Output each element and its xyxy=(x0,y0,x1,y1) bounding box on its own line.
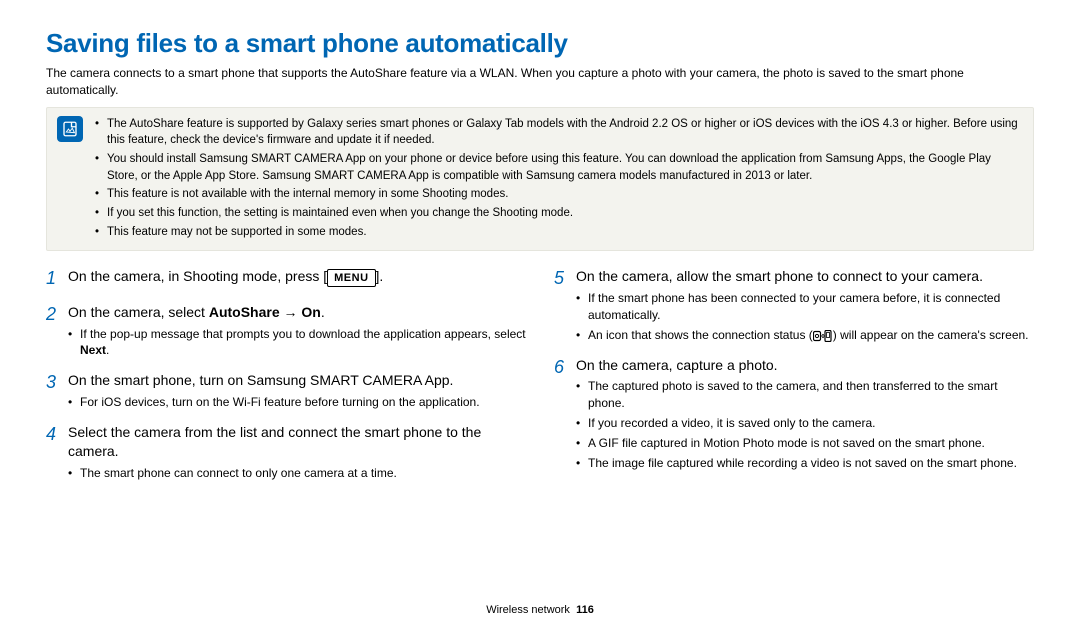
text: An icon that shows the connection status… xyxy=(588,328,813,342)
note-item: The AutoShare feature is supported by Ga… xyxy=(95,116,1023,149)
text-bold: On xyxy=(301,304,320,320)
sub-item: If the pop-up message that prompts you t… xyxy=(68,326,526,360)
step-text: Select the camera from the list and conn… xyxy=(68,423,526,461)
step-text: On the camera, in Shooting mode, press [… xyxy=(68,267,526,286)
sub-item: If you recorded a video, it is saved onl… xyxy=(576,415,1034,432)
step-number: 4 xyxy=(46,423,68,482)
note-list: The AutoShare feature is supported by Ga… xyxy=(95,116,1023,243)
note-item: This feature may not be supported in som… xyxy=(95,224,1023,241)
step-4: 4 Select the camera from the list and co… xyxy=(46,423,526,482)
footer-section: Wireless network xyxy=(486,604,570,616)
text: On the camera, select xyxy=(68,304,209,320)
note-item: If you set this function, the setting is… xyxy=(95,205,1023,222)
step-2: 2 On the camera, select AutoShare → On. … xyxy=(46,303,526,359)
connection-status-icon xyxy=(813,329,833,343)
text: ]. xyxy=(376,268,384,284)
step-5: 5 On the camera, allow the smart phone t… xyxy=(554,267,1034,343)
note-icon xyxy=(57,116,83,142)
footer-page-number: 116 xyxy=(576,604,594,616)
step-text: On the smart phone, turn on Samsung SMAR… xyxy=(68,371,526,390)
intro-text: The camera connects to a smart phone tha… xyxy=(46,65,1034,99)
page-footer: Wireless network 116 xyxy=(0,604,1080,616)
note-item: This feature is not available with the i… xyxy=(95,186,1023,203)
step-3: 3 On the smart phone, turn on Samsung SM… xyxy=(46,371,526,411)
step-text: On the camera, allow the smart phone to … xyxy=(576,267,1034,286)
text: . xyxy=(106,343,109,357)
note-item: You should install Samsung SMART CAMERA … xyxy=(95,151,1023,184)
menu-button-icon: MENU xyxy=(327,269,375,287)
step-number: 1 xyxy=(46,267,68,290)
text: If the pop-up message that prompts you t… xyxy=(80,327,526,341)
step-number: 6 xyxy=(554,356,576,472)
sub-item: The image file captured while recording … xyxy=(576,455,1034,472)
step-number: 5 xyxy=(554,267,576,343)
sub-item: The smart phone can connect to only one … xyxy=(68,465,526,482)
text: . xyxy=(321,304,325,320)
step-6: 6 On the camera, capture a photo. The ca… xyxy=(554,356,1034,472)
page-title: Saving files to a smart phone automatica… xyxy=(46,28,1034,59)
step-number: 3 xyxy=(46,371,68,411)
right-column: 5 On the camera, allow the smart phone t… xyxy=(554,267,1034,493)
step-number: 2 xyxy=(46,303,68,359)
step-1: 1 On the camera, in Shooting mode, press… xyxy=(46,267,526,290)
step-text: On the camera, capture a photo. xyxy=(576,356,1034,375)
text-bold: AutoShare xyxy=(209,304,280,320)
sub-item: A GIF file captured in Motion Photo mode… xyxy=(576,435,1034,452)
note-box: The AutoShare feature is supported by Ga… xyxy=(46,107,1034,252)
arrow-text: → xyxy=(280,304,302,320)
text: ) will appear on the camera's screen. xyxy=(833,328,1029,342)
sub-item: For iOS devices, turn on the Wi-Fi featu… xyxy=(68,394,526,411)
step-text: On the camera, select AutoShare → On. xyxy=(68,303,526,322)
sub-item: The captured photo is saved to the camer… xyxy=(576,378,1034,412)
left-column: 1 On the camera, in Shooting mode, press… xyxy=(46,267,526,493)
instruction-columns: 1 On the camera, in Shooting mode, press… xyxy=(46,267,1034,493)
sub-item: If the smart phone has been connected to… xyxy=(576,290,1034,324)
text: On the camera, in Shooting mode, press [ xyxy=(68,268,327,284)
text-bold: Next xyxy=(80,343,106,357)
sub-item: An icon that shows the connection status… xyxy=(576,327,1034,344)
